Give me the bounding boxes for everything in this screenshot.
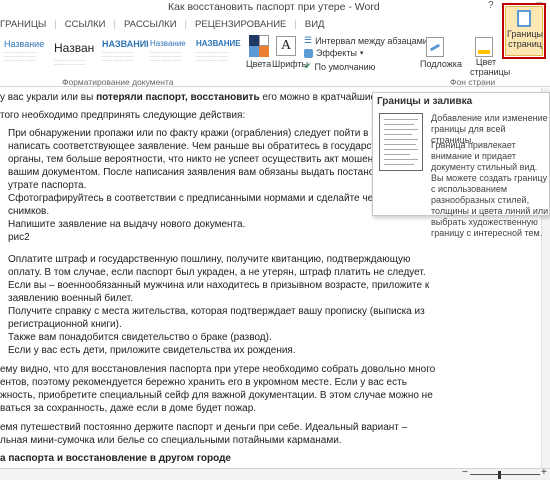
page-borders-label: Границы страниц [507,29,543,49]
check-icon: ✔ [304,61,312,71]
doc-line: регистрационной книги). [8,319,122,330]
tab-review[interactable]: РЕЦЕНЗИРОВАНИЕ [189,16,292,33]
zoom-in-button[interactable]: + [541,467,547,478]
page-borders-button-hover: Границы страниц [505,6,543,56]
doc-line: При обнаружении пропажи или по факту кра… [8,128,421,139]
style-name: НАЗВАНИЕ [102,39,153,49]
status-bar: − + [0,467,550,480]
style-name: Название [4,39,45,49]
effects-icon [304,48,313,58]
help-button[interactable]: ? [488,0,494,11]
doc-line: вашим документом. После написания заявле… [8,167,422,178]
doc-line: Также вам понадобится свидетельство о бр… [8,332,272,343]
colors-icon[interactable] [249,35,269,57]
doc-line: написать соответствующее заявление. Чем … [8,141,411,152]
paragraph-spacing-icon: ☰ [304,35,313,45]
doc-line: ентов, поэтому рекомендуется бережно хра… [0,377,407,388]
ribbon-tabs: ГРАНИЦЫ | ССЫЛКИ | РАССЫЛКИ | РЕЦЕНЗИРОВ… [0,16,550,33]
style-gallery-item[interactable]: Название ______ ______ ______ ______ ____… [148,35,198,75]
group-label-page-background: Фон страни [450,77,496,87]
doc-line: утрате паспорта. [8,180,87,191]
ribbon: Название ______ ______ ______ ______ ____… [0,33,550,87]
doc-heading: а паспорта и восстановление в другом гор… [0,453,231,464]
style-preview-text: ______ ______ ______ ______ ______ ______ [54,57,86,65]
doc-line: того необходимо предпринять следующие де… [0,110,246,121]
group-label-document-formatting: Форматирование документа [62,77,174,87]
style-name: Название [150,39,186,48]
style-name: НАЗВАНИЕ [196,39,241,48]
zoom-slider-track[interactable] [470,474,540,475]
doc-line: заявлению военный билет. [8,293,133,304]
doc-line: ваться за сохранность, даже если в доме … [0,403,257,414]
style-preview-text: ______ ______ ______ ______ ______ ______… [150,49,182,61]
doc-line: Если вы – военнообязанный мужчина или на… [8,280,430,291]
doc-line: снимков. [8,206,50,217]
doc-line: Оплатите штраф и государственную пошлину… [8,254,411,265]
effects-button[interactable]: Эффекты ▾ [304,48,363,58]
tooltip-details: Граница привлекает внимание и придает до… [431,140,549,238]
zoom-out-button[interactable]: − [462,467,468,478]
doc-line: рис2 [8,232,30,243]
page-borders-tooltip: Границы и заливка Добавление или изменен… [372,92,550,238]
tooltip-title: Границы и заливка [377,96,473,107]
style-preview-text: ______ ______ ______ ______ ______ ______… [102,49,134,61]
chevron-down-icon: ▾ [359,50,364,57]
tab-mailings[interactable]: РАССЫЛКИ [118,16,183,33]
tab-borders[interactable]: ГРАНИЦЫ [0,16,52,33]
style-gallery-item[interactable]: НАЗВАНИЕ ______ ______ ______ ______ ____… [100,35,153,75]
doc-line: Получите справку с места жительства, кот… [8,306,425,317]
style-gallery-item[interactable]: Название ______ ______ ______ ______ ____… [2,35,52,75]
style-preview-text: ______ ______ ______ ______ ______ ______… [4,49,36,61]
watermark-icon[interactable] [426,37,444,57]
tab-references[interactable]: ССЫЛКИ [59,16,112,33]
doc-line: ему видно, что для восстановления паспор… [0,364,436,375]
doc-line: у вас украли или вы потеряли паспорт, во… [0,92,408,103]
fonts-button[interactable]: Шрифты [272,59,308,69]
doc-line: Напишите заявление на выдачу нового доку… [8,219,246,230]
set-default-button[interactable]: ✔ По умолчанию [304,61,375,72]
style-preview-text: ______ ______ ______ ______ ______ ______… [196,49,228,61]
title-bar: Как восстановить паспорт при утере - Wor… [0,0,550,16]
doc-line: Сфотографируйтесь в соответствии с предп… [8,193,426,204]
page-borders-button[interactable]: Границы страниц [502,3,546,59]
window-title: Как восстановить паспорт при утере - Wor… [168,1,380,13]
doc-line: льная мини-сумочка или белье со специаль… [0,435,342,446]
colors-button[interactable]: Цвета [246,59,271,69]
page-color-icon[interactable] [475,37,493,57]
page-border-preview-icon [379,113,423,171]
style-name: Назван [54,41,95,55]
page-color-button[interactable]: Цвет страницы [470,57,510,77]
doc-line: емя путешествий постоянно держите паспор… [0,422,408,433]
watermark-button[interactable]: Подложка [420,59,462,69]
doc-line: Если у вас есть дети, приложите свидетел… [8,345,296,356]
doc-line: оплату. В том случае, если паспорт был у… [8,267,426,278]
style-gallery-item[interactable]: НАЗВАНИЕ ______ ______ ______ ______ ____… [194,35,244,75]
paragraph-spacing-button[interactable]: ☰ Интервал между абзацами ▾ [304,35,434,46]
page-borders-icon [517,10,531,27]
doc-line: органы, тем больше вероятности, что никт… [8,154,424,165]
zoom-slider-thumb[interactable] [498,471,501,479]
tab-view[interactable]: ВИД [299,16,331,33]
doc-line: жность, приобретите специальный сейф для… [0,390,433,401]
fonts-icon[interactable]: A [276,36,296,56]
style-gallery-item[interactable]: Назван ______ ______ ______ ______ ______… [52,35,102,75]
